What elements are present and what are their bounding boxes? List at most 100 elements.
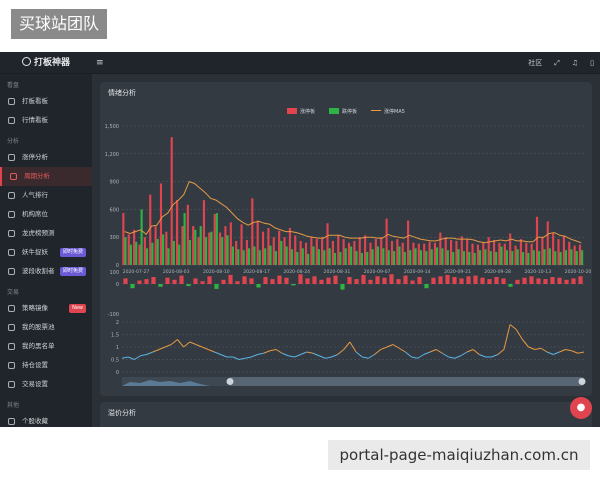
sidebar-item[interactable]: 行情看板 [0,111,92,130]
sidebar-item-label: 持仓设置 [22,361,48,369]
bar-up [578,244,582,265]
sub-bar-up [487,279,492,284]
ratio-segment [140,354,147,357]
sub-bar-up [459,278,464,284]
bar-up [369,242,372,265]
sidebar-item[interactable]: 策略镜像 New [0,299,92,318]
hamburger-icon[interactable]: ≡ [96,52,104,74]
bell-icon[interactable]: ♫ [572,59,578,67]
sidebar-item[interactable]: 个股收藏 [0,412,92,427]
sidebar-item[interactable]: 人气排行 [0,186,92,205]
ratio-segment [503,324,511,350]
expand-icon[interactable]: ⤢ [554,59,560,68]
bar-up [364,235,367,265]
sub-bar-up [452,277,457,284]
sub-bar-up [284,277,289,284]
bar-up [294,235,297,265]
bar-up [133,229,136,265]
sidebar-item[interactable]: 波段收割者 即时免费 [0,262,92,281]
bar-up [197,237,200,265]
bar-up [235,240,238,265]
chat-button[interactable]: ● [570,397,592,419]
y-tick-label: 0 [116,263,119,269]
ratio-segment [509,324,517,330]
bar-up [240,224,243,265]
sidebar-item-badge: 即时免费 [59,267,86,276]
settings-icon [8,381,15,388]
bar-up [503,243,506,265]
ratio-segment [405,351,412,358]
sub-bar-up [445,274,450,284]
sidebar-item[interactable]: 我的股票池 [0,318,92,337]
bar-down [274,251,277,265]
bar-down [371,249,374,265]
ratio-segment [435,349,443,354]
ratio-segment [134,355,141,360]
zoom-handle-left[interactable] [226,378,234,385]
doc-icon [8,305,15,312]
sub-bar-up [270,279,275,284]
ratio-segment [263,350,271,354]
sub-bar-up [263,277,268,284]
premium-panel: 溢价分析 [100,402,592,427]
bar-up [455,240,458,265]
bar-up [138,244,141,265]
bar-down [124,237,127,265]
bar-down [495,252,498,265]
sidebar-item[interactable]: 持仓设置 [0,356,92,375]
star-icon [8,418,15,425]
sidebar-item[interactable]: 我的黑名单 [0,337,92,356]
bar-up [170,137,173,265]
ratio-segment [152,349,160,353]
sidebar-item[interactable]: 涨停分析 [0,148,92,167]
app-window: 打板神器 ≡ 社区 ⤢ ♫ ▯ 看盘 打板看板 行情看板 分析 涨停分析 周期分析 人气排行… [0,52,600,427]
sub-bar-up [200,281,205,284]
ratio-segment [214,351,221,355]
sub-bar-down [158,284,163,287]
ratio-segment [318,355,326,359]
bar-down [489,251,492,265]
ratio-segment [201,346,209,350]
bar-down [532,250,535,265]
sub-bar-up [522,277,527,284]
sidebar-item[interactable]: 龙虎榜预测 [0,224,92,243]
x-tick-label: 2020-10-13 [524,269,551,275]
zoom-handle-right[interactable] [578,378,586,385]
bar-up [347,242,351,265]
ratio-segment [251,354,258,358]
ratio-segment [559,349,566,353]
bar-down [414,248,417,265]
ratio-segment [170,339,178,345]
bar-up [525,242,528,265]
sidebar-item-label: 周期分析 [24,172,50,180]
sidebar-item[interactable]: 打板看板 [0,92,92,111]
sidebar-item-label: 龙虎榜预测 [22,229,55,237]
bar-up [509,233,512,265]
sub-bar-up [354,279,359,284]
community-link[interactable]: 社区 [528,58,542,68]
sidebar-item[interactable]: 交易设置 [0,375,92,394]
y-tick-label: 1,200 [105,152,119,158]
ratio-tick-label: 1 [116,345,119,351]
sidebar-item[interactable]: 周期分析 [0,167,92,186]
app-logo[interactable]: 打板神器 [22,52,70,74]
logo-icon [22,57,31,66]
bar-up [321,237,324,265]
pin-icon [8,249,15,256]
bar-up [283,237,286,265]
zoom-window[interactable] [230,377,582,386]
ratio-segment [306,351,314,354]
bar-down [296,252,299,265]
bar-up [466,239,469,265]
bar-down [344,248,347,265]
ratio-segment [294,354,301,358]
sidebar-item[interactable]: 机构席位 [0,205,92,224]
sidebar-item-label: 妖牛捉妖 [22,248,48,256]
ratio-tick-label: 0.5 [111,358,119,364]
bar-down [269,245,272,265]
cycle-icon [10,173,17,180]
sidebar-item[interactable]: 妖牛捉妖 即时免费 [0,243,92,262]
grid-icon [8,117,15,124]
sub-bar-up [473,275,478,284]
more-icon[interactable]: ▯ [590,59,594,67]
